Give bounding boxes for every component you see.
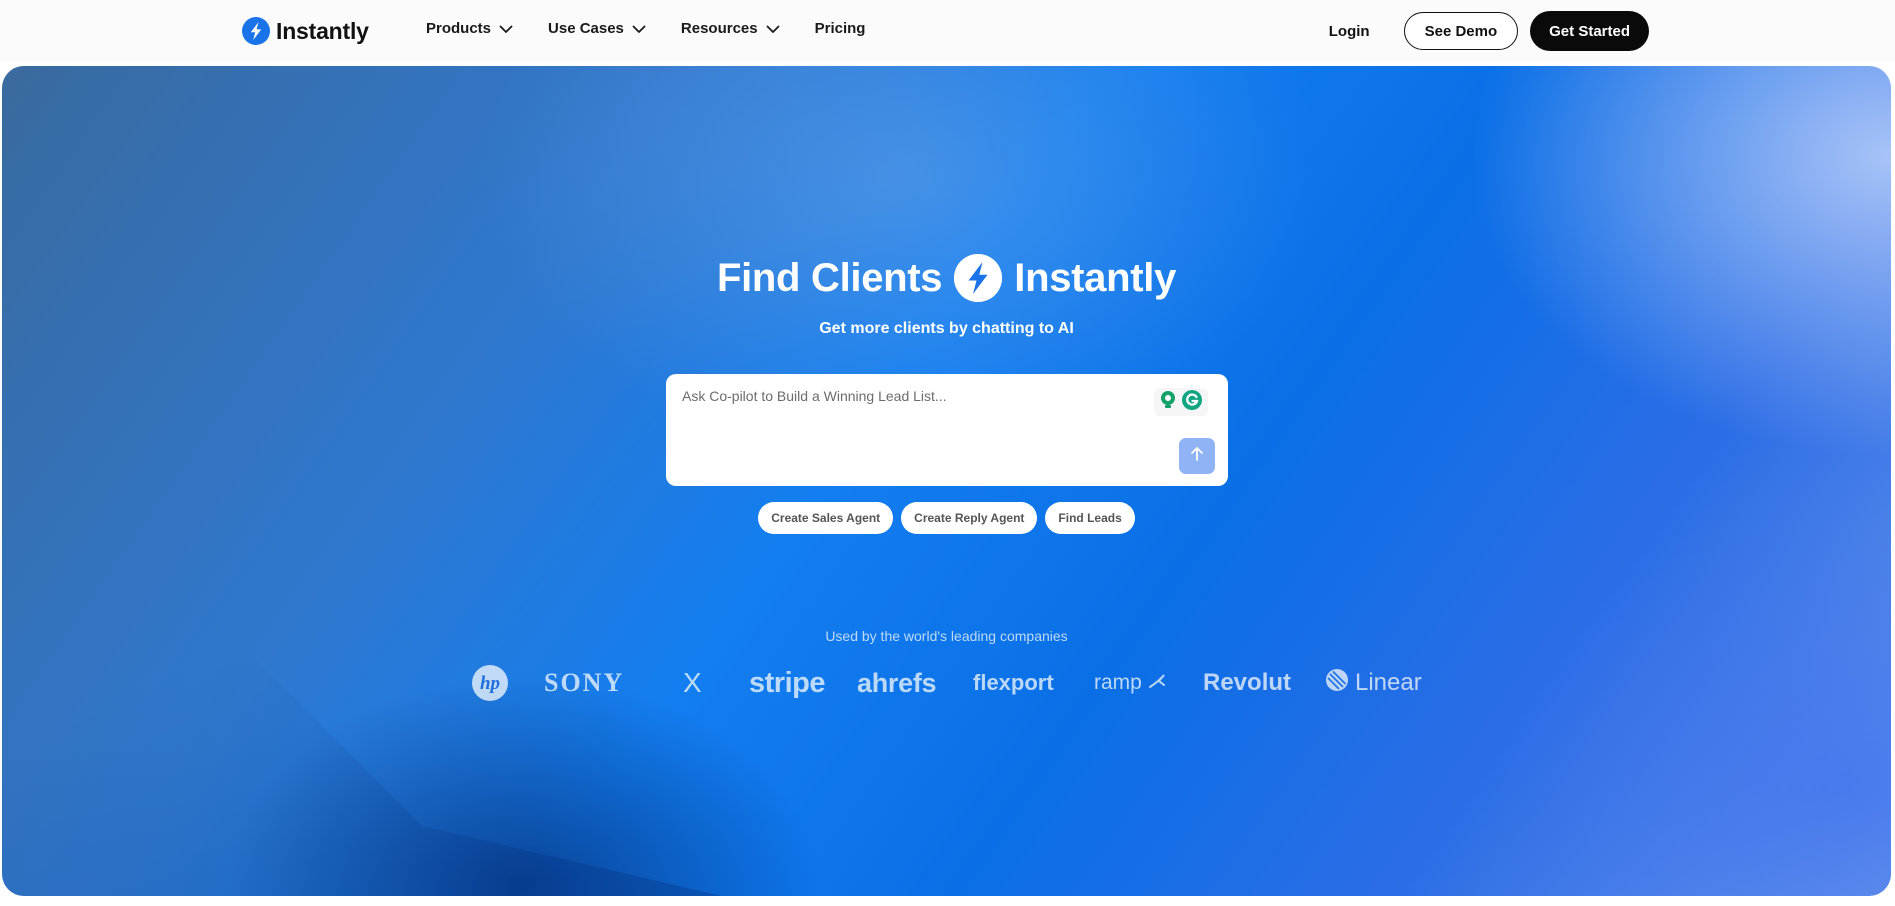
chip-create-reply-agent[interactable]: Create Reply Agent <box>901 502 1038 534</box>
nav-use-cases[interactable]: Use Cases <box>548 20 647 37</box>
chevron-down-icon <box>631 21 647 37</box>
lightning-bolt-icon <box>242 17 270 45</box>
ahrefs-logo: ahrefs <box>857 667 937 698</box>
linear-mark-icon <box>1325 668 1349 699</box>
hp-logo-text: hp <box>480 673 500 694</box>
login-link[interactable]: Login <box>1329 23 1370 40</box>
brand-name: Instantly <box>276 17 369 44</box>
linear-logo: Linear <box>1325 660 1422 706</box>
copilot-prompt-box <box>666 374 1228 486</box>
arrow-up-icon <box>1188 445 1206 468</box>
revolut-logo: Revolut <box>1203 669 1292 696</box>
hero-title: Find Clients Instantly <box>2 254 1891 302</box>
chevron-down-icon <box>498 21 514 37</box>
x-logo: X <box>683 667 702 698</box>
see-demo-button[interactable]: See Demo <box>1403 12 1519 50</box>
chip-find-leads[interactable]: Find Leads <box>1045 502 1135 534</box>
send-button[interactable] <box>1179 438 1215 474</box>
chevron-down-icon <box>765 21 781 37</box>
nav-pricing-label: Pricing <box>814 20 866 37</box>
ramp-arrow-icon <box>1148 671 1166 695</box>
nav-products[interactable]: Products <box>426 20 514 37</box>
brand-logo[interactable]: Instantly <box>242 16 369 46</box>
lightning-bolt-icon <box>954 254 1003 302</box>
ramp-logo-text: ramp <box>1094 671 1142 694</box>
chip-create-sales-agent[interactable]: Create Sales Agent <box>758 502 894 534</box>
hp-logo: hp <box>471 660 509 706</box>
customer-logos: hp SONY X stripe ahrefs flexport ramp Re… <box>471 660 1423 706</box>
site-header: Instantly Products Use Cases Resources P… <box>0 0 1895 62</box>
grammarly-extension-badge[interactable] <box>1154 388 1208 416</box>
lightbulb-icon <box>1159 390 1177 415</box>
grammarly-icon <box>1181 389 1203 416</box>
nav-products-label: Products <box>426 20 492 37</box>
get-started-button[interactable]: Get Started <box>1530 11 1649 51</box>
nav-resources[interactable]: Resources <box>681 20 781 37</box>
auth-actions: Login See Demo Get Started <box>1329 11 1649 51</box>
hero-section: Find Clients Instantly Get more clients … <box>2 66 1891 896</box>
hero-subtitle: Get more clients by chatting to AI <box>819 320 1074 337</box>
flexport-logo: flexport <box>973 670 1054 695</box>
nav-use-cases-label: Use Cases <box>548 20 624 37</box>
ramp-logo: ramp <box>1094 660 1166 706</box>
hero-title-right: Instantly <box>1014 255 1177 300</box>
main-nav: Products Use Cases Resources Pricing <box>426 20 865 37</box>
stripe-logo: stripe <box>749 666 825 699</box>
hero-title-left: Find Clients <box>716 255 943 300</box>
used-by-caption: Used by the world's leading companies <box>825 628 1068 644</box>
nav-pricing[interactable]: Pricing <box>815 20 866 37</box>
linear-logo-text: Linear <box>1355 669 1422 696</box>
sony-logo: SONY <box>544 668 625 697</box>
nav-resources-label: Resources <box>680 20 758 37</box>
suggestion-chips: Create Sales Agent Create Reply Agent Fi… <box>2 502 1891 534</box>
copilot-prompt-input[interactable] <box>682 386 1142 406</box>
